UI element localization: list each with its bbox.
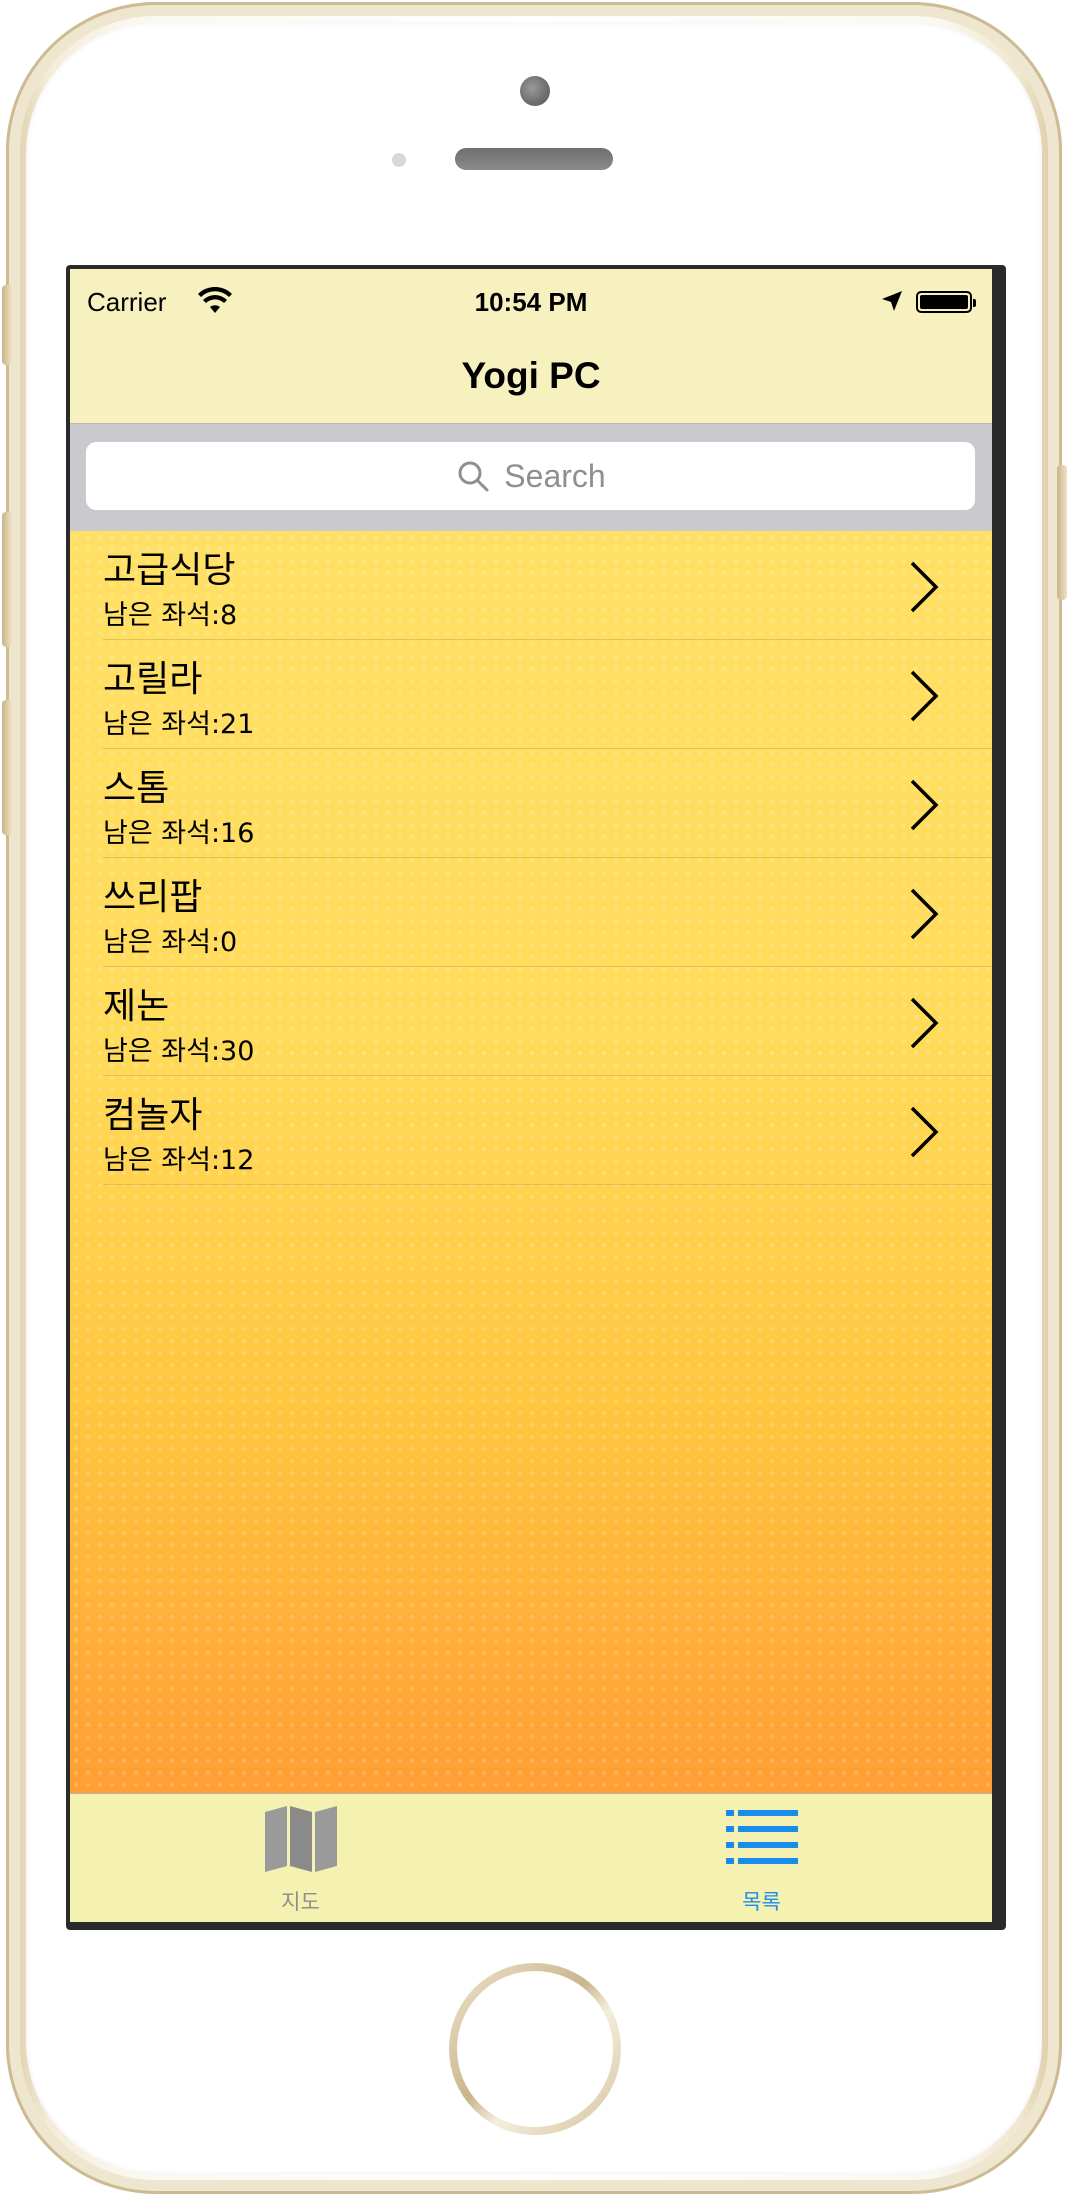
tab-map[interactable]: 지도 (70, 1794, 531, 1922)
pc-room-name: 고릴라 (103, 659, 203, 700)
pc-room-name: 스톰 (103, 768, 170, 809)
earpiece-speaker (455, 148, 613, 170)
remaining-seats: 남은 좌석:12 (103, 1145, 255, 1176)
chevron-right-icon (910, 779, 939, 831)
clock: 10:54 PM (474, 287, 588, 317)
pc-room-name: 고급식당 (103, 550, 236, 591)
volume-up-button (2, 512, 12, 647)
home-button[interactable] (449, 1963, 621, 2135)
app-display: Carrier 10:54 PM Yogi PC Search 고급식당 남은 … (70, 269, 992, 1922)
navigation-bar: Yogi PC (70, 329, 992, 424)
pc-room-name: 쓰리팝 (103, 877, 203, 918)
list-item[interactable]: 쓰리팝 남은 좌석:0 (70, 858, 992, 967)
search-bar: Search (70, 424, 992, 531)
remaining-seats: 남은 좌석:8 (103, 600, 238, 631)
proximity-sensor (392, 153, 406, 167)
chevron-right-icon (910, 670, 939, 722)
pc-room-name: 제논 (103, 986, 170, 1027)
tab-list[interactable]: 목록 (531, 1794, 992, 1922)
chevron-right-icon (910, 561, 939, 613)
list-item[interactable]: 컴놀자 남은 좌석:12 (70, 1076, 992, 1185)
remaining-seats: 남은 좌석:16 (103, 818, 255, 849)
status-bar: Carrier 10:54 PM (70, 269, 992, 329)
pc-room-name: 컴놀자 (103, 1095, 203, 1136)
screen-bezel: Carrier 10:54 PM Yogi PC Search 고급식당 남은 … (66, 265, 1006, 1930)
chevron-right-icon (910, 888, 939, 940)
remaining-seats: 남은 좌석:21 (103, 709, 255, 740)
tab-label: 목록 (742, 1890, 781, 1914)
map-icon (264, 1806, 337, 1872)
chevron-right-icon (910, 1106, 939, 1158)
tab-bar: 지도 목록 (70, 1793, 992, 1922)
pc-room-list: 고급식당 남은 좌석:8 고릴라 남은 좌석:21 스톰 남은 좌석:16 쓰리… (70, 531, 992, 1793)
front-camera (520, 76, 550, 106)
list-item[interactable]: 고급식당 남은 좌석:8 (70, 531, 992, 640)
list-icon (725, 1810, 798, 1864)
battery-icon (916, 291, 976, 313)
page-title: Yogi PC (461, 355, 601, 396)
row-divider (103, 1184, 992, 1185)
tab-label: 지도 (281, 1890, 320, 1914)
list-item[interactable]: 스톰 남은 좌석:16 (70, 749, 992, 858)
mute-switch (2, 285, 12, 365)
location-arrow-icon (882, 291, 902, 311)
volume-down-button (2, 700, 12, 835)
list-item[interactable]: 제논 남은 좌석:30 (70, 967, 992, 1076)
search-input[interactable] (86, 442, 975, 510)
remaining-seats: 남은 좌석:0 (103, 927, 238, 958)
list-item[interactable]: 고릴라 남은 좌석:21 (70, 640, 992, 749)
remaining-seats: 남은 좌석:30 (103, 1036, 255, 1067)
chevron-right-icon (910, 997, 939, 1049)
power-button (1057, 465, 1067, 600)
